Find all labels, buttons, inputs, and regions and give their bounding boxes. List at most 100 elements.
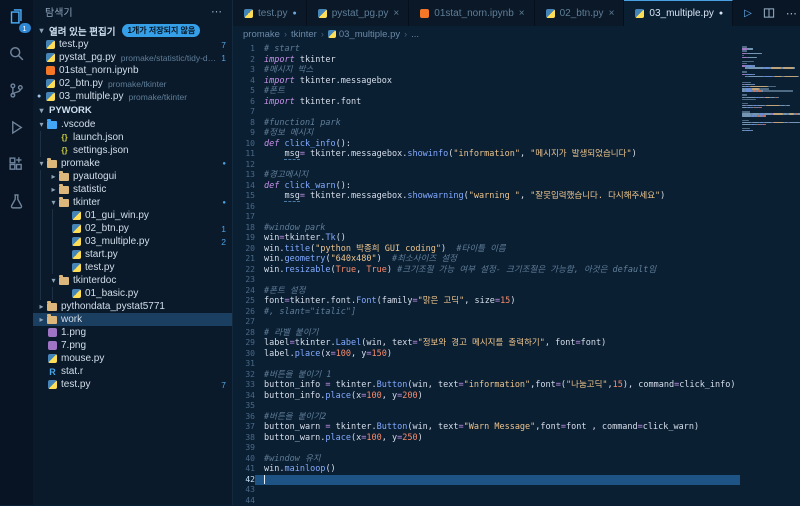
activity-explorer[interactable]: 1: [5, 7, 29, 31]
code-line[interactable]: 37button_warn = tkinter.Button(win, text…: [233, 422, 740, 433]
workspace-header[interactable]: ▾ PYWORK: [33, 103, 232, 118]
code-line[interactable]: 29label=tkinter.Label(win, text="정보와 경고 …: [233, 338, 740, 349]
activity-extensions[interactable]: [5, 155, 29, 179]
code-line[interactable]: 6import tkinter.font: [233, 97, 740, 108]
tree-item-work[interactable]: ▸work: [33, 313, 232, 326]
code-line[interactable]: 28# 라벨 붙이기: [233, 328, 740, 339]
code-line[interactable]: 1# start: [233, 44, 740, 55]
code-line[interactable]: 19win=tkinter.Tk(): [233, 233, 740, 244]
code-line[interactable]: 31: [233, 359, 740, 370]
code-line[interactable]: 17: [233, 212, 740, 223]
run-icon[interactable]: ▷: [744, 8, 752, 19]
code-line[interactable]: 40#window 유지: [233, 454, 740, 465]
code-line[interactable]: 3#메시지 박스: [233, 65, 740, 76]
activity-search[interactable]: [5, 44, 29, 68]
code-line[interactable]: 15 msg= tkinter.messagebox.showwarning("…: [233, 191, 740, 202]
open-editor-item[interactable]: test.py7: [33, 38, 232, 51]
code-line[interactable]: 23: [233, 275, 740, 286]
breadcrumb-item[interactable]: 03_multiple.py: [328, 29, 400, 40]
code-line[interactable]: 21win.geometry("640x480") #최소사이즈 설정: [233, 254, 740, 265]
tree-item-stat-r[interactable]: Rstat.r: [33, 365, 232, 378]
tree-item-promake[interactable]: ▾promake●: [33, 157, 232, 170]
code-line[interactable]: 14def click_warn():: [233, 181, 740, 192]
split-editor-icon[interactable]: [763, 7, 775, 19]
tab-01stat-norn-ipynb[interactable]: 01stat_norn.ipynb×: [409, 0, 534, 26]
code-line[interactable]: 11 msg= tkinter.messagebox.showinfo("inf…: [233, 149, 740, 160]
tree-item-pythondata-pystat5771[interactable]: ▸pythondata_pystat5771: [33, 300, 232, 313]
code-line[interactable]: 36#버튼을 붙이기2: [233, 412, 740, 423]
code-line[interactable]: 32#버튼을 붙이기 1: [233, 370, 740, 381]
tree-item-statistic[interactable]: ▸statistic: [33, 183, 232, 196]
code-line[interactable]: 44: [233, 496, 740, 506]
close-icon[interactable]: ×: [609, 8, 615, 19]
code-line[interactable]: 16: [233, 202, 740, 213]
tree-item-tkinterdoc[interactable]: ▾tkinterdoc: [33, 274, 232, 287]
code-line[interactable]: 41win.mainloop(): [233, 464, 740, 475]
tab-pystat-pg-py[interactable]: pystat_pg.py×: [307, 0, 410, 26]
more-actions-icon[interactable]: ⋯: [786, 7, 797, 20]
code-line[interactable]: 2import tkinter: [233, 55, 740, 66]
code-line[interactable]: 26#, slant="italic"]: [233, 307, 740, 318]
code-line[interactable]: 18#window park: [233, 223, 740, 234]
tree-item-pyautogui[interactable]: ▸pyautogui: [33, 170, 232, 183]
code-line[interactable]: 10def click_info():: [233, 139, 740, 150]
code-line[interactable]: 22win.resizable(True, True) #크기조절 가능 여부 …: [233, 265, 740, 276]
activity-testing[interactable]: [5, 192, 29, 216]
code-line[interactable]: 30label.place(x=100, y=150): [233, 349, 740, 360]
open-editor-item[interactable]: 02_btn.pypromake/tkinter: [33, 77, 232, 90]
code-line[interactable]: 12: [233, 160, 740, 171]
tab-02-btn-py[interactable]: 02_btn.py×: [535, 0, 625, 26]
code-line[interactable]: 43: [233, 485, 740, 496]
code-line[interactable]: 24#폰트 설정: [233, 286, 740, 297]
activity-source-control[interactable]: [5, 81, 29, 105]
tree-item-03-multiple-py[interactable]: 03_multiple.py2: [33, 235, 232, 248]
code-line[interactable]: 39: [233, 443, 740, 454]
code-line[interactable]: 35: [233, 401, 740, 412]
tree-item-settings-json[interactable]: {}settings.json: [33, 144, 232, 157]
activity-run-debug[interactable]: [5, 118, 29, 142]
open-editors-header[interactable]: ▾ 열려 있는 편집기 1개가 저장되지 않음: [33, 23, 232, 38]
code-line[interactable]: 38button_warn.place(x=100, y=250): [233, 433, 740, 444]
code-line[interactable]: 42: [233, 475, 740, 486]
close-icon[interactable]: ×: [519, 8, 525, 19]
tree-item-tkinter[interactable]: ▾tkinter●: [33, 196, 232, 209]
breadcrumb-item[interactable]: tkinter: [291, 29, 317, 40]
tree-item-test-py[interactable]: test.py7: [33, 378, 232, 391]
minimap[interactable]: [740, 42, 800, 505]
code-line[interactable]: 7: [233, 107, 740, 118]
problems-badge: 1: [217, 224, 226, 234]
code-line[interactable]: 5#폰트: [233, 86, 740, 97]
code-line[interactable]: 27: [233, 317, 740, 328]
code-line[interactable]: 9#정보 메시지: [233, 128, 740, 139]
close-icon[interactable]: ×: [393, 8, 399, 19]
tree-item-start-py[interactable]: start.py: [33, 248, 232, 261]
code-line[interactable]: 20win.title("python 박종희 GUI coding") #타이…: [233, 244, 740, 255]
modified-dot-icon: ●: [292, 10, 296, 17]
tree-item-7-png[interactable]: 7.png: [33, 339, 232, 352]
tree-item-01-basic-py[interactable]: 01_basic.py: [33, 287, 232, 300]
breadcrumb-item[interactable]: ...: [411, 29, 419, 40]
open-editor-item[interactable]: 01stat_norn.ipynb: [33, 64, 232, 77]
code-line[interactable]: 34button_info.place(x=100, y=200): [233, 391, 740, 402]
tree-item--vscode[interactable]: ▾.vscode: [33, 118, 232, 131]
code-line[interactable]: 25font=tkinter.font.Font(family="맑은 고딕",…: [233, 296, 740, 307]
tree-item-test-py[interactable]: test.py: [33, 261, 232, 274]
code-line[interactable]: 13#경고메시지: [233, 170, 740, 181]
tab-03-multiple-py[interactable]: 03_multiple.py●: [624, 0, 733, 26]
tree-item-1-png[interactable]: 1.png: [33, 326, 232, 339]
open-editor-item[interactable]: ●03_multiple.pypromake/tkinter: [33, 90, 232, 103]
code-editor[interactable]: 1# start2import tkinter3#메시지 박스4import t…: [233, 42, 740, 505]
tree-item-01-gui-win-py[interactable]: 01_gui_win.py: [33, 209, 232, 222]
code-line[interactable]: 4import tkinter.messagebox: [233, 76, 740, 87]
tab-test-py[interactable]: test.py●: [233, 0, 307, 26]
tree-item-mouse-py[interactable]: mouse.py: [33, 352, 232, 365]
more-actions-icon[interactable]: ⋯: [211, 5, 222, 18]
chevron-down-icon: ▾: [37, 159, 46, 168]
open-editor-item[interactable]: pystat_pg.pypromake/statistic/tidy-data-…: [33, 51, 232, 64]
tree-item-02-btn-py[interactable]: 02_btn.py1: [33, 222, 232, 235]
code-line[interactable]: 8#function1 park: [233, 118, 740, 129]
tree-item-launch-json[interactable]: {}launch.json: [33, 131, 232, 144]
code-line[interactable]: 33button_info = tkinter.Button(win, text…: [233, 380, 740, 391]
breadcrumb-item[interactable]: promake: [243, 29, 280, 40]
indent-guide: [40, 248, 49, 261]
